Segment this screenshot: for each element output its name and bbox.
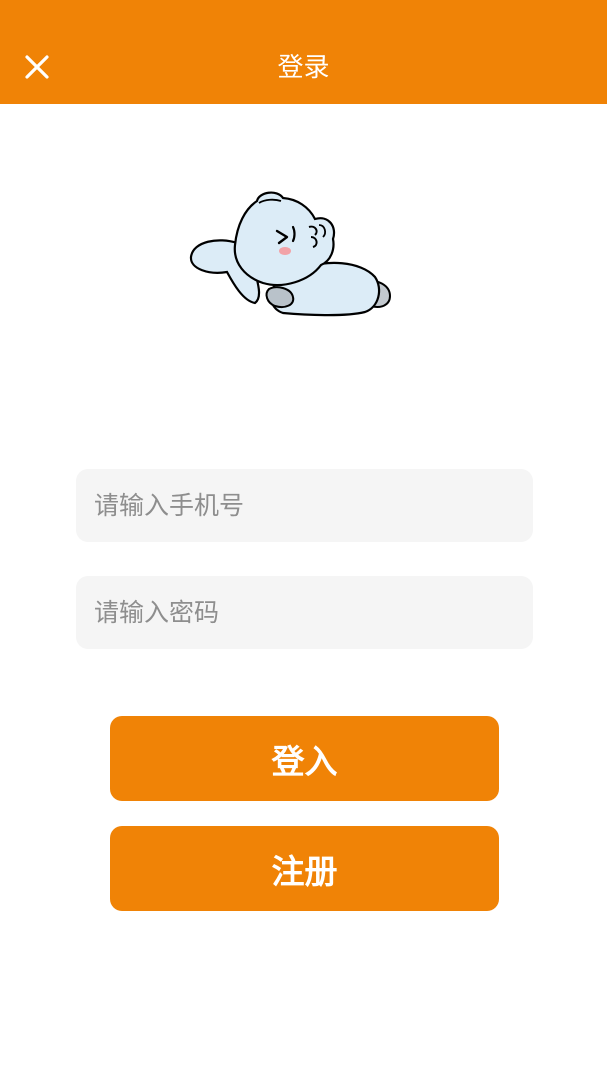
page-title: 登录 (277, 53, 330, 83)
register-button[interactable]: 注册 (110, 826, 499, 911)
password-input[interactable] (76, 576, 533, 649)
phone-field[interactable] (76, 469, 533, 542)
sleeping-elephant-icon (189, 191, 392, 317)
login-button[interactable]: 登入 (110, 716, 499, 801)
top-app-bar: 登录 (0, 0, 607, 104)
password-field[interactable] (76, 576, 533, 649)
phone-input[interactable] (76, 469, 533, 542)
